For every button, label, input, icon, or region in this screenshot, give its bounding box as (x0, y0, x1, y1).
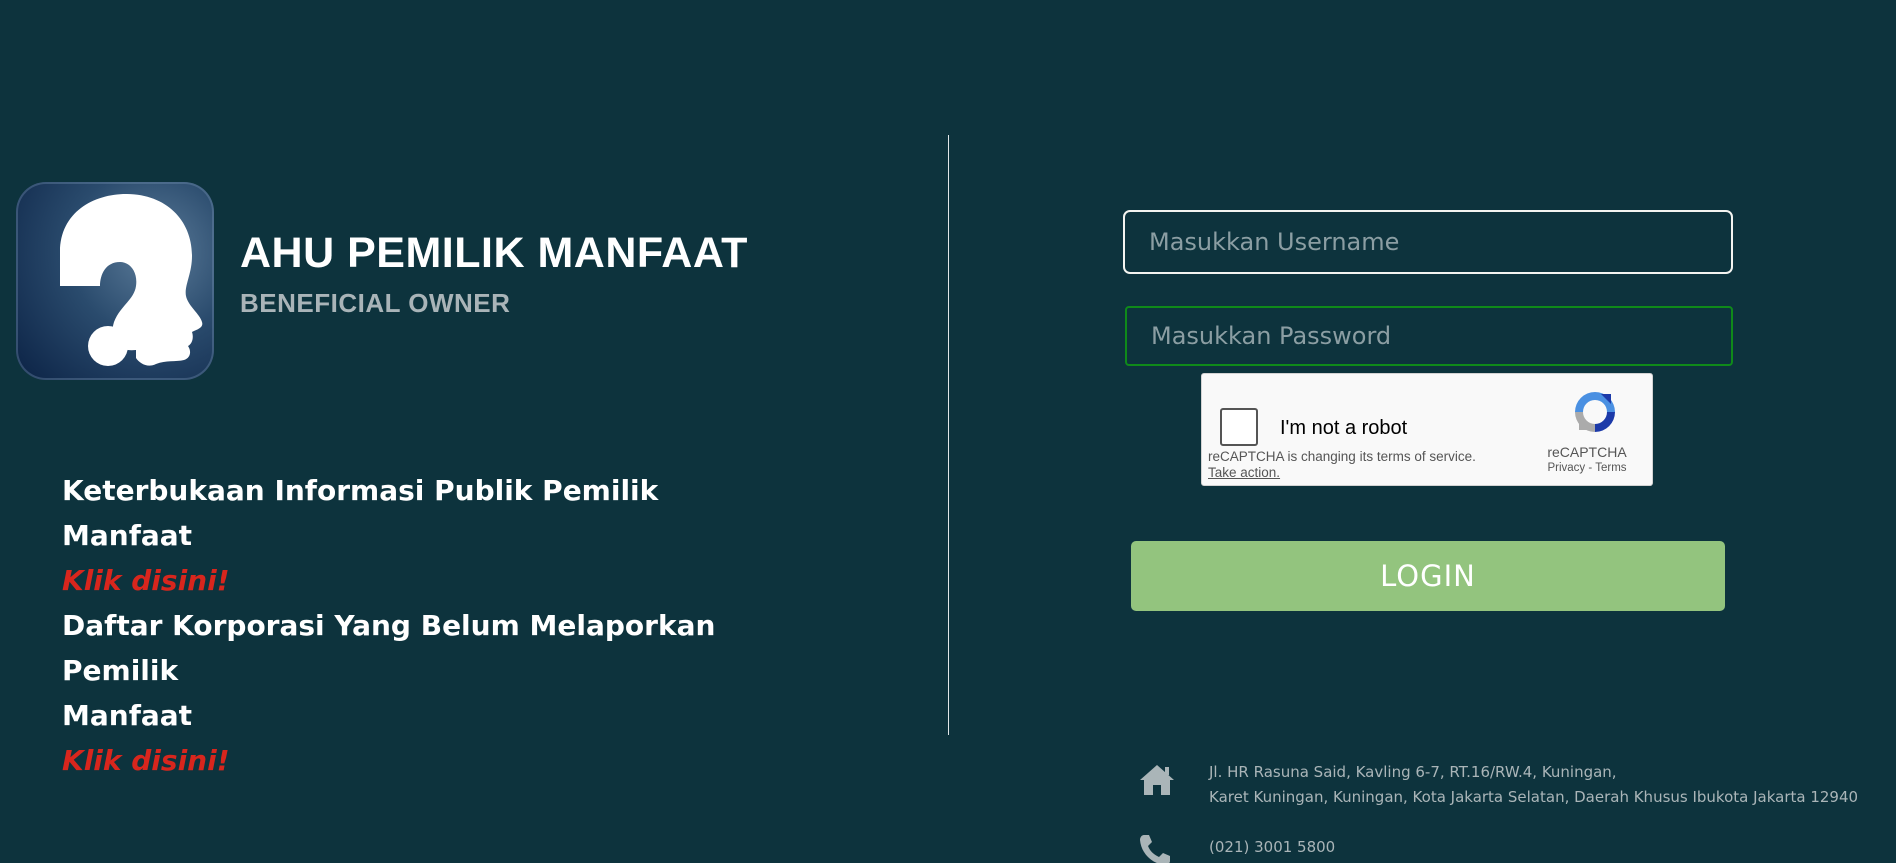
recaptcha-widget: I'm not a robot reCAPTCHA is changing it… (1201, 373, 1653, 486)
login-button[interactable]: LOGIN (1131, 541, 1725, 611)
unreported-heading-line2: Manfaat (62, 699, 193, 732)
address-line-1: Jl. HR Rasuna Said, Kavling 6-7, RT.16/R… (1209, 763, 1617, 781)
username-input[interactable] (1123, 210, 1733, 274)
phone-number: (021) 3001 5800 (1209, 838, 1336, 856)
recaptcha-take-action-link[interactable]: Take action. (1208, 465, 1280, 480)
brand-title: AHU PEMILIK MANFAAT (240, 229, 748, 277)
address-line-2: Karet Kuningan, Kuningan, Kota Jakarta S… (1209, 788, 1859, 806)
info-section: Keterbukaan Informasi Publik Pemilik Man… (62, 468, 782, 783)
phone-icon (1140, 835, 1170, 863)
recaptcha-links-separator: - (1588, 462, 1593, 474)
recaptcha-brand-label: reCAPTCHA (1547, 444, 1627, 460)
unreported-heading-line1: Daftar Korporasi Yang Belum Melaporkan P… (62, 609, 716, 687)
public-info-heading: Keterbukaan Informasi Publik Pemilik Man… (62, 474, 659, 552)
recaptcha-checkbox[interactable] (1220, 408, 1258, 446)
public-info-link[interactable]: Klik disini! (62, 558, 229, 603)
recaptcha-terms-link[interactable]: Terms (1595, 462, 1626, 474)
unreported-corporations-link[interactable]: Klik disini! (62, 738, 229, 783)
recaptcha-logo-icon (1575, 392, 1615, 432)
login-page: AHU PEMILIK MANFAAT BENEFICIAL OWNER Ket… (0, 0, 1896, 863)
question-head-icon (16, 182, 214, 380)
home-icon (1140, 765, 1174, 795)
vertical-divider (948, 135, 949, 735)
recaptcha-label: I'm not a robot (1280, 417, 1408, 439)
password-input[interactable] (1125, 306, 1733, 366)
unreported-corporations-heading: Daftar Korporasi Yang Belum Melaporkan P… (62, 603, 782, 738)
recaptcha-notice: reCAPTCHA is changing its terms of servi… (1208, 449, 1476, 464)
brand-subtitle: BENEFICIAL OWNER (240, 288, 511, 318)
recaptcha-privacy-link[interactable]: Privacy (1547, 462, 1585, 474)
recaptcha-links: Privacy - Terms (1532, 462, 1642, 474)
